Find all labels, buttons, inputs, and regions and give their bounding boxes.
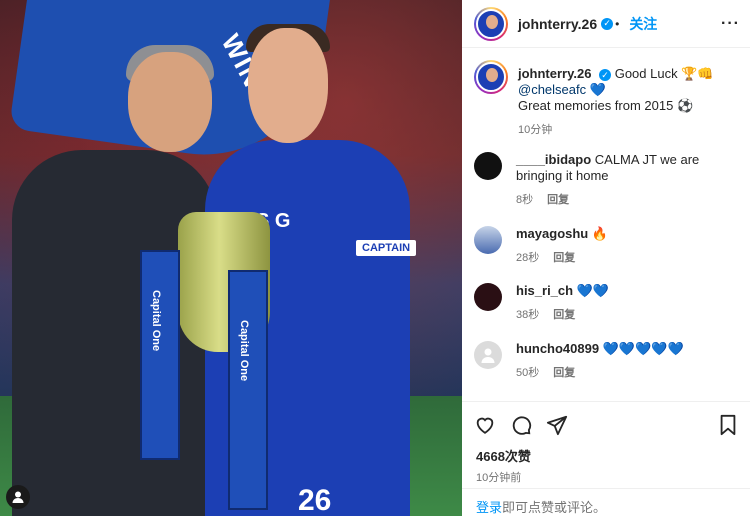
ribbon-left (140, 250, 180, 460)
verified-badge-icon: ✓ (599, 69, 612, 81)
comment-bubble-icon[interactable] (510, 414, 532, 436)
post-photo[interactable]: WINN SMS G CAPTAIN 26 Capital One Capita… (0, 0, 462, 516)
comment-item: huncho40899 💙💙💙💙💙 50秒 回复 (474, 341, 738, 381)
default-user-icon (481, 348, 495, 363)
manager-head (128, 52, 212, 152)
login-link[interactable]: 登录 (476, 500, 502, 515)
post-side-panel: johnterry.26 ✓ • 关注 ··· johnterry.26 ✓ G… (462, 0, 750, 516)
comment-text: 💙💙💙💙💙 (602, 341, 684, 356)
comment-avatar[interactable] (474, 283, 502, 311)
comment-time: 8秒 (516, 194, 534, 206)
user-icon (12, 491, 24, 503)
comment-time: 50秒 (516, 367, 540, 379)
reply-button[interactable]: 回复 (553, 250, 575, 266)
captain-armband: CAPTAIN (356, 240, 417, 256)
like-count[interactable]: 4668次赞 (462, 436, 750, 465)
reply-button[interactable]: 回复 (547, 192, 569, 208)
login-prompt: 登录即可点赞或评论。 (462, 488, 750, 516)
post-timestamp: 10分钟前 (476, 472, 522, 484)
ribbon-right-label: Capital One (238, 320, 250, 382)
share-plane-icon[interactable] (546, 414, 568, 436)
login-prompt-text: 即可点赞或评论。 (502, 500, 607, 515)
caption: johnterry.26 ✓ Good Luck 🏆👊 @chelseafc 💙… (474, 60, 738, 138)
caption-username[interactable]: johnterry.26 (518, 66, 591, 81)
follow-button[interactable]: 关注 (629, 14, 657, 34)
comment-item: his_ri_ch 💙💙 38秒 回复 (474, 283, 738, 323)
comment-item: mayagoshu 🔥 28秒 回复 (474, 226, 738, 266)
verified-badge-icon: ✓ (601, 17, 614, 30)
dot-separator: • (615, 16, 620, 31)
comment-username[interactable]: ____ibidapo (516, 152, 591, 167)
comment-text: 🔥 (591, 226, 609, 241)
more-options-icon[interactable]: ··· (721, 15, 740, 33)
reply-button[interactable]: 回复 (553, 365, 575, 381)
comment-item: ____ibidapo CALMA JT we are bringing it … (474, 152, 738, 208)
kit-number: 26 (298, 484, 332, 516)
comment-time: 38秒 (516, 309, 540, 321)
comment-text: 💙💙 (576, 283, 610, 298)
tagged-users-button[interactable] (6, 485, 30, 509)
post-actions: 4668次赞 10分钟前 (462, 401, 750, 485)
caption-avatar[interactable] (474, 60, 508, 94)
like-heart-icon[interactable] (474, 414, 496, 436)
author-username[interactable]: johnterry.26 (518, 16, 597, 32)
caption-emoji: 🏆👊 (681, 66, 714, 81)
mention-link[interactable]: @chelseafc (518, 82, 586, 97)
reply-button[interactable]: 回复 (553, 307, 575, 323)
comment-username[interactable]: huncho40899 (516, 341, 599, 356)
comment-time: 28秒 (516, 252, 540, 264)
ribbon-left-label: Capital One (150, 290, 162, 352)
caption-time: 10分钟 (518, 124, 553, 136)
captain-head (248, 28, 328, 143)
comment-avatar[interactable] (474, 226, 502, 254)
comment-avatar[interactable] (474, 341, 502, 369)
comment-avatar[interactable] (474, 152, 502, 180)
ribbon-right (228, 270, 268, 510)
author-avatar[interactable] (474, 6, 508, 41)
comment-username[interactable]: mayagoshu (516, 226, 588, 241)
caption-text-intro: Good Luck (614, 66, 678, 81)
bookmark-icon[interactable] (718, 414, 738, 436)
caption-line2: Great memories from 2015 ⚽ (518, 98, 694, 113)
comment-username[interactable]: his_ri_ch (516, 283, 573, 298)
caption-heart: 💙 (589, 82, 606, 97)
post-header: johnterry.26 ✓ • 关注 ··· (462, 0, 750, 48)
